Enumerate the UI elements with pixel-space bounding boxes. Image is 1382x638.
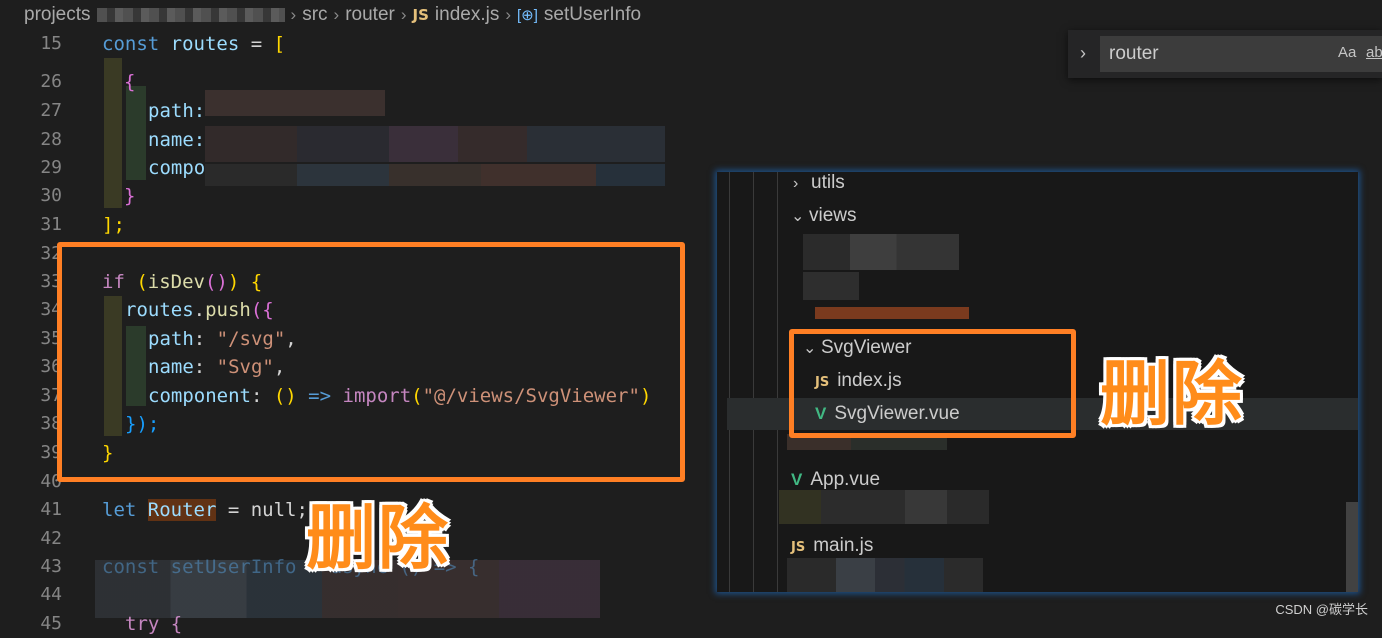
chevron-right-icon: › <box>333 5 340 24</box>
line-number: 26 <box>40 71 62 92</box>
find-widget: › Aa ab <box>1068 30 1382 78</box>
watermark: CSDN @碳学长 <box>1275 602 1368 617</box>
line-number: 44 <box>40 584 62 605</box>
chevron-right-icon: › <box>505 5 511 24</box>
line-number: 28 <box>40 129 62 150</box>
tree-guide <box>753 172 754 592</box>
explorer-scrollbar[interactable] <box>1346 502 1358 592</box>
breadcrumb-index-js[interactable]: index.js <box>435 4 499 26</box>
tree-folder-views[interactable]: ⌄ views <box>791 200 857 232</box>
breadcrumb-setUserInfo[interactable]: setUserInfo <box>544 4 641 26</box>
code-line: 28 name: <box>0 126 1382 154</box>
line-number: 41 <box>40 499 62 520</box>
chevron-right-icon[interactable]: › <box>1080 43 1086 64</box>
tree-guide <box>777 172 778 592</box>
breadcrumb-projects[interactable]: projects <box>24 4 91 26</box>
line-number: 33 <box>40 271 62 292</box>
code-line: 27 path: <box>0 97 1382 125</box>
line-number: 32 <box>40 243 62 264</box>
delete-label-tree: 删除 <box>1100 353 1244 435</box>
vue-file-icon: V <box>791 470 803 489</box>
tree-folder-utils[interactable]: › utils <box>793 172 845 199</box>
line-number: 35 <box>40 328 62 349</box>
breadcrumb-redacted-segment <box>96 8 285 22</box>
line-number: 45 <box>40 613 62 634</box>
code-line: 45 try { <box>0 610 1382 638</box>
highlight-box-tree <box>789 329 1076 438</box>
js-file-icon: JS <box>412 6 429 24</box>
tree-file-main-js[interactable]: JS main.js <box>791 530 873 562</box>
line-number: 39 <box>40 442 62 463</box>
line-number: 42 <box>40 528 62 549</box>
highlight-box-code <box>57 242 685 482</box>
chevron-down-icon: ⌄ <box>791 208 805 225</box>
line-number: 15 <box>40 33 62 54</box>
line-number: 27 <box>40 100 62 121</box>
redacted-file <box>803 234 959 270</box>
line-number: 34 <box>40 299 62 320</box>
breadcrumb-src[interactable]: src <box>302 4 327 26</box>
line-number: 40 <box>40 471 62 492</box>
match-case-toggle[interactable]: Aa <box>1338 44 1356 61</box>
line-number: 37 <box>40 385 62 406</box>
line-number: 38 <box>40 413 62 434</box>
symbol-variable-icon: [⊕] <box>517 7 538 24</box>
chevron-right-icon: › <box>290 5 297 24</box>
breadcrumb-router[interactable]: router <box>345 4 395 26</box>
tree-file-app-vue[interactable]: V App.vue <box>791 464 880 496</box>
redacted-file <box>803 272 859 300</box>
delete-label-code: 删除 <box>306 497 450 579</box>
line-number: 36 <box>40 356 62 377</box>
redacted-file <box>787 558 983 592</box>
js-file-icon: JS <box>791 540 806 555</box>
breadcrumb: projects › src › router › JS index.js › … <box>0 0 1382 30</box>
match-whole-word-toggle[interactable]: ab <box>1366 44 1382 61</box>
line-number: 43 <box>40 556 62 577</box>
chevron-right-icon: › <box>400 5 407 24</box>
tree-guide <box>729 172 730 592</box>
redacted-file <box>815 307 969 319</box>
line-number: 31 <box>40 214 62 235</box>
chevron-right-icon: › <box>793 175 799 192</box>
line-number: 29 <box>40 157 62 178</box>
line-number: 30 <box>40 185 62 206</box>
